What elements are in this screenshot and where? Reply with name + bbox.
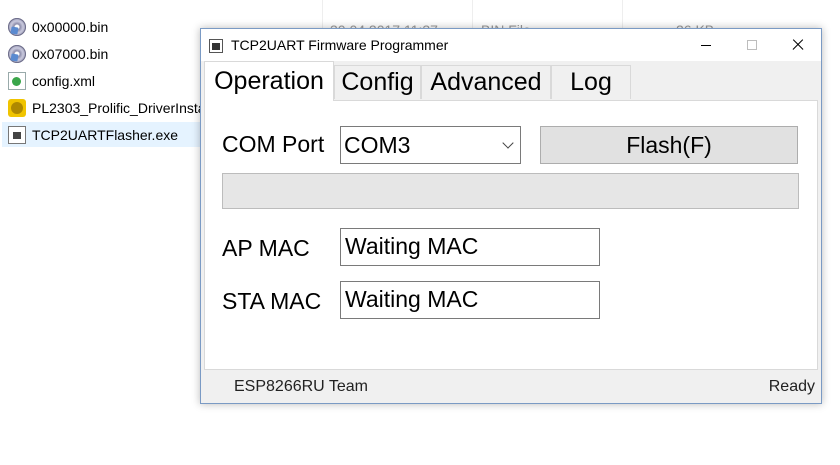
xml-file-icon: [8, 71, 26, 90]
status-bar: ESP8266RU Team Ready: [201, 372, 821, 403]
close-button[interactable]: [775, 29, 821, 61]
file-row[interactable]: config.xml: [2, 68, 200, 93]
status-team: ESP8266RU Team: [234, 378, 368, 395]
title-bar[interactable]: TCP2UART Firmware Programmer: [201, 29, 821, 61]
close-icon: [792, 39, 804, 51]
bin-disc-icon: [8, 44, 26, 63]
column-separator: [622, 0, 623, 28]
file-name: config.xml: [32, 72, 96, 89]
tab-log[interactable]: Log: [551, 65, 631, 99]
tab-advanced[interactable]: Advanced: [421, 65, 551, 99]
column-separator: [472, 0, 473, 28]
com-port-label: COM Port: [222, 131, 325, 157]
file-row[interactable]: 0x07000.bin: [2, 41, 200, 66]
file-row[interactable]: 0x00000.bin: [2, 14, 200, 39]
column-separator: [322, 0, 323, 28]
app-window: TCP2UART Firmware Programmer Operation C…: [200, 28, 822, 404]
sta-mac-label: STA MAC: [222, 288, 322, 314]
file-name: TCP2UARTFlasher.exe: [32, 126, 179, 143]
com-port-select[interactable]: COM3: [340, 126, 521, 164]
window-title: TCP2UART Firmware Programmer: [231, 37, 449, 53]
bin-disc-icon: [8, 17, 26, 36]
ap-mac-label: AP MAC: [222, 235, 310, 261]
chevron-down-icon: [502, 137, 514, 149]
tab-strip: Operation Config Advanced Log: [201, 61, 821, 101]
minimize-button[interactable]: [683, 29, 729, 61]
tab-operation[interactable]: Operation: [204, 61, 334, 101]
sta-mac-field[interactable]: Waiting MAC: [340, 281, 600, 319]
minimize-icon: [701, 44, 711, 46]
file-name: 0x00000.bin: [32, 18, 109, 35]
file-row-selected[interactable]: TCP2UARTFlasher.exe: [2, 122, 200, 147]
file-row[interactable]: PL2303_Prolific_DriverInstaller: [2, 95, 200, 120]
exe-app-icon: [8, 125, 26, 144]
tab-config[interactable]: Config: [334, 65, 421, 99]
status-ready: Ready: [768, 378, 815, 395]
app-icon: [208, 38, 224, 54]
ap-mac-field[interactable]: Waiting MAC: [340, 228, 600, 266]
maximize-button[interactable]: [729, 29, 775, 61]
progress-bar: [222, 173, 799, 209]
operation-panel: COM Port COM3 Flash(F) AP MAC Waiting MA…: [204, 100, 818, 370]
flash-button[interactable]: Flash(F): [540, 126, 798, 164]
file-name: PL2303_Prolific_DriverInstaller: [32, 99, 200, 116]
file-name: 0x07000.bin: [32, 45, 109, 62]
maximize-icon: [747, 40, 757, 50]
driver-installer-icon: [8, 98, 26, 117]
com-port-value: COM3: [344, 132, 411, 158]
